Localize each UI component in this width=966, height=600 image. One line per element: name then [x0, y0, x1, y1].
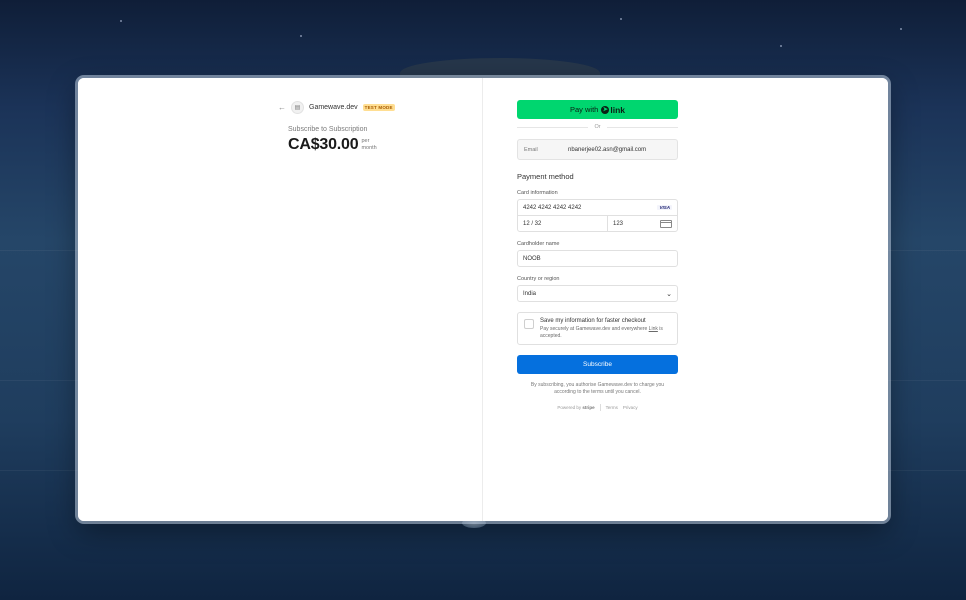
country-select[interactable]: India ⌄ [517, 285, 678, 302]
card-expiry-value: 12 / 32 [523, 220, 542, 227]
card-number-value: 4242 4242 4242 4242 [523, 204, 582, 211]
save-info-box[interactable]: Save my information for faster checkout … [517, 312, 678, 345]
save-info-checkbox[interactable] [524, 319, 534, 329]
separator-line [517, 126, 589, 128]
chevron-down-icon: ⌄ [666, 290, 672, 298]
merchant-header: ← ▤ Gamewave.dev TEST MODE [278, 101, 395, 114]
back-arrow-icon[interactable]: ← [278, 103, 286, 112]
link-brand: link [610, 104, 625, 115]
terms-link[interactable]: Terms [606, 405, 618, 410]
product-title: Subscribe to Subscription [288, 126, 368, 133]
email-field[interactable]: Email nbanerjee02.asn@gmail.com [517, 139, 678, 160]
card-cvc-input[interactable]: 123 [608, 216, 677, 231]
star [900, 28, 902, 30]
pay-with-link-button[interactable]: Pay with ➤ link [517, 100, 678, 119]
card-cvc-value: 123 [613, 220, 624, 227]
privacy-link[interactable]: Privacy [623, 405, 638, 410]
save-desc-part1: Pay securely at Gamewave.dev and everywh… [540, 326, 649, 332]
price-row: CA$30.00 per month [288, 136, 377, 154]
link-arrow-icon: ➤ [601, 105, 610, 114]
separator-line [606, 126, 678, 128]
save-info-title: Save my information for faster checkout [540, 318, 646, 324]
star [120, 20, 122, 22]
legal-text: By subscribing, you authorise Gamewave.d… [530, 382, 665, 395]
cvc-card-icon [660, 219, 672, 228]
cardholder-value: NOOB [523, 255, 541, 262]
save-info-text: Save my information for faster checkout … [540, 318, 671, 339]
card-info-group: 4242 4242 4242 4242 VISA 12 / 32 123 [517, 199, 678, 232]
billing-period: per month [361, 138, 376, 152]
merchant-logo-icon: ▤ [291, 101, 304, 114]
star [620, 18, 622, 20]
stripe-logo: stripe [582, 405, 595, 410]
card-row-2: 12 / 32 123 [518, 216, 677, 231]
link-logo: ➤ link [601, 105, 625, 115]
powered-by: Powered by stripe [557, 405, 594, 410]
footer: Powered by stripe Terms Privacy [517, 404, 678, 411]
merchant-name: Gamewave.dev [309, 104, 358, 111]
save-info-description: Pay securely at Gamewave.dev and everywh… [540, 326, 671, 339]
card-expiry-input[interactable]: 12 / 32 [518, 216, 608, 231]
or-separator: Or [517, 124, 678, 130]
payment-pane: Pay with ➤ link Or Email nbanerjee02.asn… [483, 78, 888, 521]
card-info-label: Card information [517, 190, 558, 196]
email-label: Email [524, 146, 538, 153]
checkout-window: ← ▤ Gamewave.dev TEST MODE Subscribe to … [78, 78, 888, 521]
subscribe-button[interactable]: Subscribe [517, 355, 678, 374]
or-text: Or [594, 124, 601, 130]
country-label: Country or region [517, 276, 560, 282]
star [780, 45, 782, 47]
footer-separator [599, 404, 601, 411]
email-value: nbanerjee02.asn@gmail.com [568, 146, 647, 153]
link-text-link[interactable]: Link [649, 326, 658, 332]
period-line2: month [361, 145, 377, 151]
payment-form: Pay with ➤ link Or Email nbanerjee02.asn… [517, 100, 678, 411]
period-line1: per [361, 138, 370, 144]
visa-icon: VISA [657, 205, 672, 210]
price: CA$30.00 [288, 136, 359, 153]
powered-by-label: Powered by [557, 405, 582, 410]
star [300, 35, 302, 37]
order-summary-pane: ← ▤ Gamewave.dev TEST MODE Subscribe to … [78, 78, 482, 521]
country-value: India [523, 290, 537, 297]
payment-method-title: Payment method [517, 172, 574, 181]
pay-with-label: Pay with [569, 105, 599, 114]
cardholder-label: Cardholder name [517, 241, 560, 247]
test-mode-badge: TEST MODE [362, 104, 395, 111]
card-number-input[interactable]: 4242 4242 4242 4242 VISA [518, 200, 677, 216]
cardholder-name-input[interactable]: NOOB [517, 250, 678, 267]
